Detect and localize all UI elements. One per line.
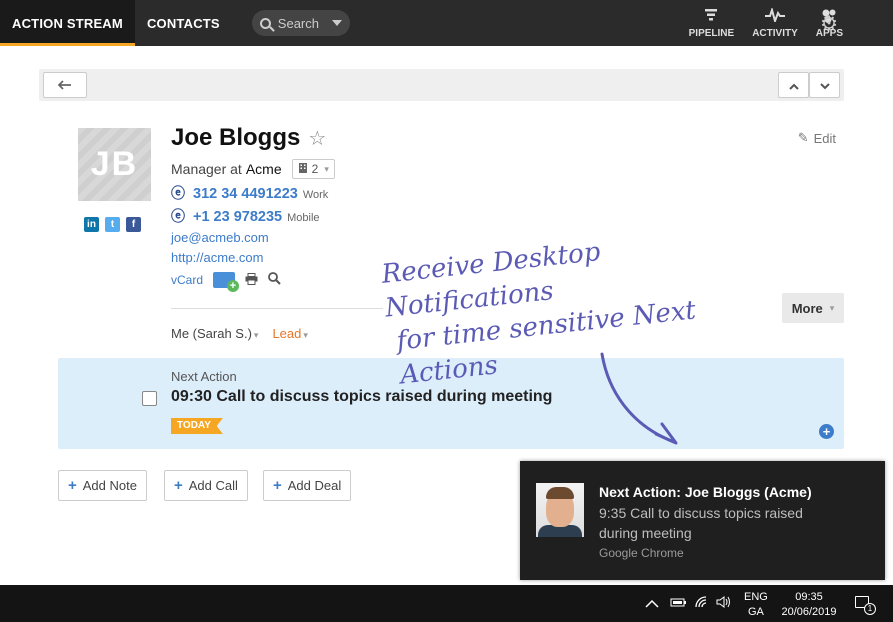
linkedin-icon[interactable]: in — [84, 217, 99, 232]
notification-body: 9:35 Call to discuss topics raised durin… — [599, 505, 803, 541]
chevron-up-icon[interactable] — [645, 595, 659, 611]
avatar[interactable]: JB — [78, 128, 151, 201]
status-dropdown[interactable]: Lead ▾ — [272, 326, 307, 341]
phone-kind: Work — [302, 189, 329, 201]
caret-down-icon: ▾ — [253, 330, 259, 340]
phone-icon: ⓔ — [171, 208, 185, 224]
phone-number-link[interactable]: 312 34 4491223 — [193, 186, 298, 202]
search-icon — [259, 17, 271, 29]
vcard-link[interactable]: vCard — [171, 273, 203, 287]
tab-action-stream[interactable]: ACTION STREAM — [0, 0, 135, 46]
add-call-label: Add Call — [188, 478, 238, 493]
phone-work: ⓔ 312 34 4491223 Work — [171, 183, 328, 203]
input-language[interactable]: ENG GA — [744, 590, 768, 620]
wifi-icon[interactable] — [694, 595, 708, 612]
pipeline-button[interactable]: PIPELINE — [688, 8, 735, 39]
language-code: ENG — [744, 591, 768, 603]
next-action-title[interactable]: 09:30 Call to discuss topics raised duri… — [171, 388, 552, 406]
phone-kind: Mobile — [287, 212, 320, 224]
divider — [171, 308, 383, 309]
notification-source: Google Chrome — [599, 546, 684, 560]
record-toolbar — [39, 69, 844, 101]
edit-label: Edit — [813, 130, 836, 146]
activity-label: ACTIVITY — [752, 27, 798, 39]
add-call-button[interactable]: + Add Call — [164, 470, 248, 501]
clock-date: 20/06/2019 — [781, 606, 837, 618]
next-record-button[interactable] — [809, 72, 840, 98]
star-icon[interactable]: ☆ — [308, 126, 326, 151]
print-icon[interactable] — [245, 272, 258, 288]
search-icon[interactable] — [268, 272, 281, 288]
organisation-count: 2 — [311, 162, 319, 176]
more-button[interactable]: More ▾ — [782, 293, 844, 323]
clock-time: 09:35 — [795, 591, 823, 603]
email-link[interactable]: joe@acmeb.com — [171, 230, 269, 245]
back-button[interactable] — [43, 72, 87, 98]
add-contact-icon[interactable] — [213, 272, 240, 292]
keyboard-layout: GA — [747, 606, 764, 618]
notification-title: Next Action: Joe Bloggs (Acme) — [599, 484, 812, 500]
phone-icon: ⓔ — [171, 185, 185, 201]
volume-icon[interactable] — [716, 595, 732, 612]
caret-down-icon: ▾ — [829, 302, 835, 313]
contact-name: Joe Bloggs — [171, 124, 301, 151]
top-navigation: ACTION STREAM CONTACTS Search PIPELINE A… — [0, 0, 893, 46]
add-note-label: Add Note — [82, 478, 137, 493]
more-label: More — [791, 300, 823, 316]
notification-avatar — [536, 483, 584, 537]
phone-number-link[interactable]: +1 23 978235 — [193, 209, 282, 225]
add-deal-label: Add Deal — [287, 478, 342, 493]
social-links: in t f — [84, 217, 141, 232]
role-text: Manager at — [171, 161, 242, 177]
twitter-icon[interactable]: t — [105, 217, 120, 232]
desktop-notification[interactable]: Next Action: Joe Bloggs (Acme) 9:35 Call… — [520, 461, 885, 580]
owner-status-row: Me (Sarah S.) ▾ Lead ▾ — [171, 326, 308, 341]
back-arrow-icon — [57, 78, 72, 93]
building-icon — [298, 162, 308, 176]
contact-name-row: Joe Bloggs ☆ — [171, 124, 326, 152]
add-note-button[interactable]: + Add Note — [58, 470, 147, 501]
search-input[interactable]: Search — [251, 10, 350, 36]
promo-arrow-icon — [600, 352, 678, 445]
pencil-icon: ✎ — [797, 130, 809, 145]
today-badge: TODAY — [171, 418, 223, 434]
previous-record-button[interactable] — [778, 72, 809, 98]
plus-icon: + — [68, 477, 77, 494]
organisation-link[interactable]: Acme — [246, 161, 282, 177]
add-deal-button[interactable]: + Add Deal — [263, 470, 352, 501]
owner-dropdown[interactable]: Me (Sarah S.) ▾ — [171, 326, 258, 341]
caret-down-icon: ▾ — [303, 330, 308, 340]
gear-icon[interactable]: ⚙ — [820, 11, 838, 36]
plus-icon: + — [174, 477, 183, 494]
pipeline-label: PIPELINE — [688, 27, 735, 39]
status-label: Lead — [272, 326, 302, 341]
funnel-icon — [704, 8, 718, 28]
nav-right-group: PIPELINE ACTIVITY APPS — [671, 0, 893, 46]
organisation-count-dropdown[interactable]: 2 ▾ — [291, 159, 335, 179]
plus-icon: + — [273, 477, 282, 494]
battery-icon[interactable] — [669, 595, 687, 611]
website-link[interactable]: http://acme.com — [171, 250, 263, 265]
taskbar: ENG GA 09:35 20/06/2019 1 — [0, 585, 893, 622]
search-placeholder: Search — [277, 15, 319, 31]
caret-down-icon: ▾ — [324, 163, 329, 174]
contact-actions: vCard — [171, 272, 281, 292]
tab-contacts[interactable]: CONTACTS — [135, 0, 232, 46]
chevron-down-icon[interactable] — [331, 20, 342, 26]
phone-mobile: ⓔ +1 23 978235 Mobile — [171, 206, 320, 226]
system-clock[interactable]: 09:35 20/06/2019 — [778, 590, 840, 620]
notification-count-badge: 1 — [864, 603, 876, 615]
next-action-checkbox[interactable] — [142, 391, 157, 406]
chevron-up-icon — [788, 78, 799, 93]
edit-button[interactable]: ✎ Edit — [798, 130, 836, 146]
add-action-icon[interactable]: + — [819, 424, 834, 439]
next-action-label: Next Action — [171, 369, 237, 384]
owner-label: Me (Sarah S.) — [171, 326, 252, 341]
chevron-down-icon — [819, 78, 830, 93]
pulse-icon — [764, 6, 785, 28]
contact-role: Manager at Acme 2 ▾ — [171, 159, 335, 179]
activity-button[interactable]: ACTIVITY — [752, 6, 798, 39]
facebook-icon[interactable]: f — [126, 217, 141, 232]
